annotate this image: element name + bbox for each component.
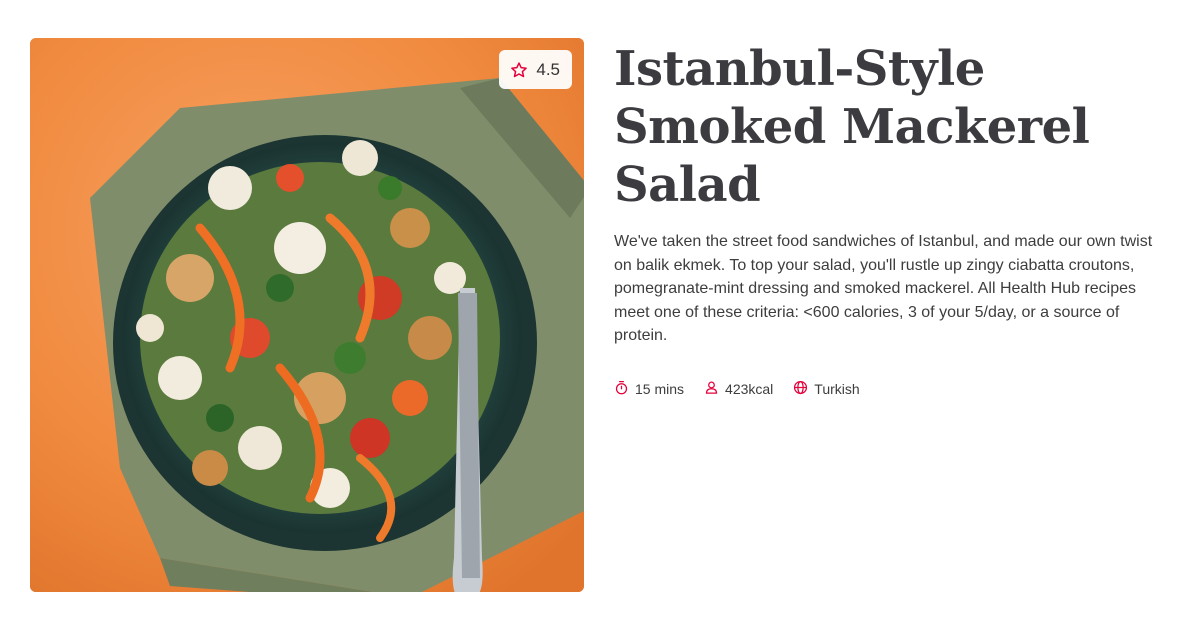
- meta-time: 15 mins: [614, 380, 684, 398]
- star-icon: [510, 61, 528, 79]
- globe-icon: [793, 380, 808, 398]
- rating-value: 4.5: [536, 59, 560, 79]
- recipe-meta: 15 mins 423kcal Turkish: [614, 380, 1174, 398]
- meta-calories: 423kcal: [704, 380, 773, 398]
- recipe-description: We've taken the street food sandwiches o…: [614, 233, 1153, 344]
- meta-calories-value: 423kcal: [725, 380, 774, 397]
- recipe-photo[interactable]: 4.5: [30, 38, 584, 592]
- meta-time-value: 15 mins: [635, 380, 685, 397]
- meta-cuisine-value: Turkish: [814, 380, 860, 397]
- person-icon: [704, 380, 719, 398]
- recipe-details: Istanbul-Style Smoked Mackerel Salad We'…: [614, 40, 1174, 398]
- recipe-title: Istanbul-Style Smoked Mackerel Salad: [614, 41, 1090, 213]
- recipe-card: 4.5 Istanbul-Style Smoked Mackerel Salad…: [0, 0, 1200, 630]
- meta-cuisine: Turkish: [793, 380, 860, 398]
- rating-badge: 4.5: [499, 50, 572, 89]
- salad-bowl-image: [30, 38, 584, 592]
- timer-icon: [614, 380, 629, 398]
